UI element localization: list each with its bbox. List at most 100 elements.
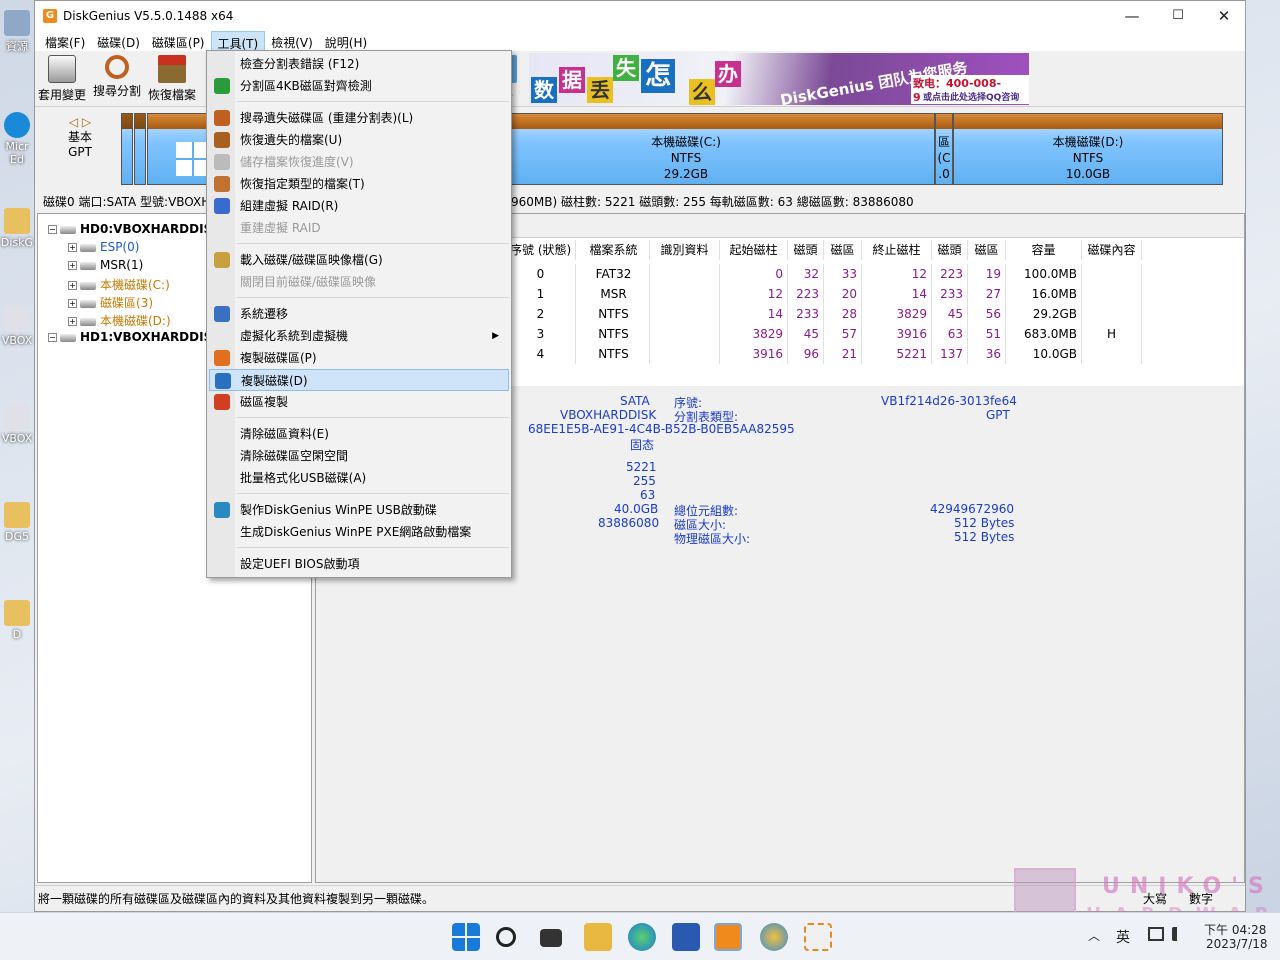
menu-file[interactable]: 檔案(F) <box>39 31 91 51</box>
table-cell: 51 <box>968 324 1006 344</box>
menu-item-13[interactable]: 複製磁碟(D) <box>209 369 509 391</box>
tree-partition-1[interactable]: + ESP(0) <box>68 240 139 254</box>
snipping-tool-icon[interactable] <box>804 923 832 951</box>
menu-item-0[interactable]: 檢查分割表錯誤 (F12) <box>209 53 509 75</box>
menu-item-12[interactable]: 複製磁碟區(P) <box>209 347 509 369</box>
table-cell: 3916 <box>862 324 932 344</box>
menu-partition[interactable]: 磁碟區(P) <box>146 31 211 51</box>
desktop-icon-recycle[interactable]: 資源 <box>0 10 34 54</box>
expand-toggle-icon[interactable]: + <box>68 299 77 308</box>
tree-disk-0[interactable]: − HD0:VBOXHARDDISK <box>48 222 222 236</box>
menu-item-8[interactable]: 載入磁碟/磁碟區映像檔(G) <box>209 249 509 271</box>
desktop-icon-folder[interactable]: D <box>0 600 34 641</box>
menu-item-10[interactable]: 系統遷移 <box>209 303 509 325</box>
table-cell: 5221 <box>862 344 932 364</box>
column-header[interactable]: 檔案系統 <box>578 240 650 260</box>
diskgenius-taskbar-icon[interactable] <box>714 923 742 951</box>
menu-item-14[interactable]: 磁區複製 <box>209 391 509 413</box>
search-partition-button[interactable]: 搜尋分割 <box>90 55 144 99</box>
clock-date[interactable]: 2023/7/18 <box>1206 937 1268 951</box>
partition-bar-msr[interactable] <box>134 113 146 185</box>
title-bar: G DiskGenius V5.5.0.1488 x64 — ☐ ✕ <box>35 1 1245 31</box>
column-header[interactable]: 磁區 <box>824 240 862 260</box>
menu-disk[interactable]: 磁碟(D) <box>91 31 146 51</box>
start-windows-icon[interactable] <box>452 923 480 951</box>
close-button[interactable]: ✕ <box>1201 1 1247 31</box>
file-explorer-icon[interactable] <box>584 923 612 951</box>
expand-toggle-icon[interactable]: + <box>68 243 77 252</box>
desktop-icon-diskgenius[interactable]: DiskG <box>0 208 34 249</box>
minimize-button[interactable]: — <box>1109 1 1155 31</box>
search-icon[interactable] <box>496 927 516 947</box>
partition-bar-d[interactable]: 本機磁碟(D:) NTFS 10.0GB <box>953 113 1223 185</box>
menu-item-20[interactable]: 設定UEFI BIOS啟動項 <box>209 553 509 575</box>
expand-toggle-icon[interactable]: − <box>48 333 57 342</box>
task-view-icon[interactable] <box>540 929 562 947</box>
expand-toggle-icon[interactable]: − <box>48 225 57 234</box>
column-header[interactable]: 終止磁柱 <box>862 240 932 260</box>
menu-item-19[interactable]: 生成DiskGenius WinPE PXE網路啟動檔案 <box>209 521 509 543</box>
partition-bar-3[interactable]: 區 (C .0 <box>935 113 953 185</box>
column-header[interactable]: 磁碟內容 <box>1082 240 1142 260</box>
menu-item-15[interactable]: 清除磁區資料(E) <box>209 423 509 445</box>
app-globe-icon[interactable] <box>760 923 788 951</box>
tree-partition-3[interactable]: + 本機磁碟(C:) <box>68 276 170 293</box>
table-cell: 45 <box>932 304 968 324</box>
expand-toggle-icon[interactable]: + <box>68 261 77 270</box>
menu-item-6[interactable]: 組建虛擬 RAID(R) <box>209 195 509 217</box>
menu-item-3[interactable]: 恢復遺失的檔案(U) <box>209 129 509 151</box>
menu-item-16[interactable]: 清除磁碟區空閑空間 <box>209 445 509 467</box>
tree-disk-6[interactable]: − HD1:VBOXHARDDISK <box>48 330 222 344</box>
tree-partition-4[interactable]: + 磁碟區(3) <box>68 294 153 311</box>
menu-item-18[interactable]: 製作DiskGenius WinPE USB啟動碟 <box>209 499 509 521</box>
partition-icon <box>80 299 96 308</box>
table-cell: 20 <box>824 284 862 304</box>
table-cell <box>1082 284 1142 304</box>
column-header[interactable]: 磁頭 <box>932 240 968 260</box>
desktop-icon-edge[interactable]: Micr Ed <box>0 112 34 166</box>
partition-icon <box>80 261 96 270</box>
windows-logo-icon <box>176 142 210 176</box>
desktop-icon-dg5[interactable]: DG5 <box>0 502 34 543</box>
volume-icon[interactable] <box>1172 927 1186 941</box>
ime-indicator[interactable]: 英 <box>1116 927 1130 947</box>
desktop-icon-vbox2[interactable]: VBOX <box>0 404 34 445</box>
tray-chevron-icon[interactable]: ︿ <box>1088 927 1100 944</box>
column-header[interactable]: 起始磁柱 <box>720 240 788 260</box>
expand-toggle-icon[interactable]: + <box>68 281 77 290</box>
menu-tools[interactable]: 工具(T) <box>210 31 266 51</box>
table-cell: 1 <box>506 284 576 304</box>
partition-bar-esp[interactable] <box>121 113 133 185</box>
apply-changes-button[interactable]: 套用變更 <box>35 55 89 103</box>
recover-files-button[interactable]: 恢復檔案 <box>145 55 199 103</box>
network-icon[interactable] <box>1148 927 1164 941</box>
column-header[interactable]: 磁頭 <box>788 240 824 260</box>
nav-arrows-icon[interactable]: ◁ ▷ <box>45 115 115 130</box>
load-image-icon <box>214 252 230 268</box>
status-text: 將一顆磁碟的所有磁碟區及磁碟區內的資料及其他資料複製到另一顆磁碟。 <box>38 892 435 906</box>
edge-browser-icon[interactable] <box>628 923 656 951</box>
menu-item-7: 重建虛擬 RAID <box>240 221 321 235</box>
ad-banner[interactable]: 数 据 丢 失 怎 么 办 DiskGenius 团队为您服务 致电：400-0… <box>529 53 1029 105</box>
menu-item-2[interactable]: 搜尋遺失磁碟區 (重建分割表)(L) <box>209 107 509 129</box>
tree-partition-5[interactable]: + 本機磁碟(D:) <box>68 312 171 329</box>
column-header[interactable]: 磁區 <box>968 240 1006 260</box>
table-cell <box>650 344 720 364</box>
menu-item-1[interactable]: 分割區4KB磁區對齊檢測 <box>209 75 509 97</box>
menu-view[interactable]: 檢視(V) <box>265 31 319 51</box>
store-icon[interactable] <box>672 923 700 951</box>
clock-time[interactable]: 下午 04:28 <box>1204 921 1266 938</box>
column-header[interactable]: 容量 <box>1006 240 1082 260</box>
column-header[interactable]: 序號 (狀態) <box>506 240 576 260</box>
table-cell: H <box>1082 324 1142 344</box>
maximize-button[interactable]: ☐ <box>1155 1 1201 31</box>
expand-toggle-icon[interactable]: + <box>68 317 77 326</box>
menu-help[interactable]: 說明(H) <box>319 31 373 51</box>
hard-disk-icon <box>60 333 76 342</box>
column-header[interactable]: 識別資料 <box>650 240 720 260</box>
menu-item-17[interactable]: 批量格式化USB磁碟(A) <box>209 467 509 489</box>
desktop-icon-vbox1[interactable]: VBOX <box>0 306 34 347</box>
tree-partition-2[interactable]: + MSR(1) <box>68 258 143 272</box>
menu-item-5[interactable]: 恢復指定類型的檔案(T) <box>209 173 509 195</box>
menu-item-11[interactable]: 虛擬化系統到虛擬機 ▶ <box>209 325 509 347</box>
